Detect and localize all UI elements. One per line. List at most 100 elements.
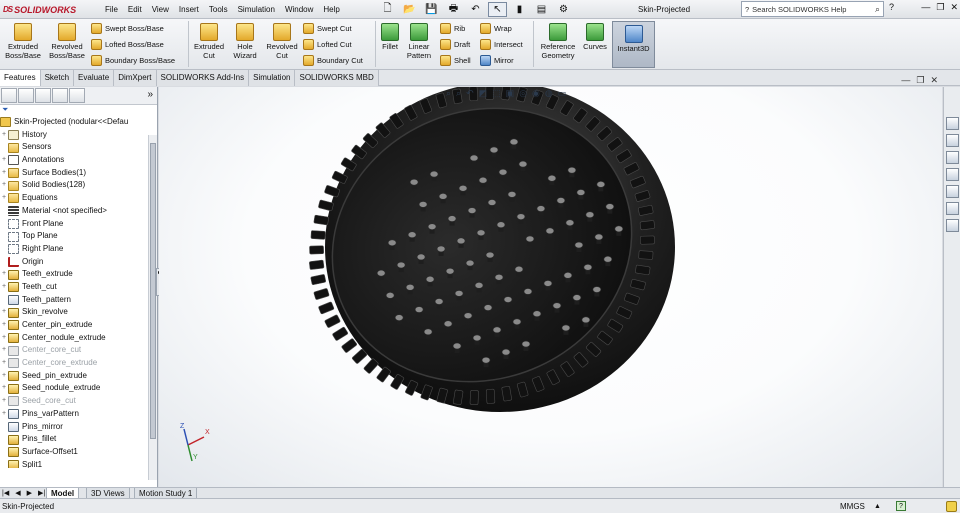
tree-item[interactable]: + Teeth_cut — [0, 281, 157, 294]
extruded-cut-button[interactable]: Extruded Cut — [191, 23, 227, 60]
new-document-icon[interactable]: 🗋 — [378, 2, 397, 17]
tree-item[interactable]: Origin — [0, 256, 157, 269]
custom-properties-icon[interactable] — [946, 202, 959, 215]
tree-expand-icon[interactable]: + — [0, 154, 8, 167]
tree-expand-icon[interactable]: + — [0, 370, 8, 383]
section-view-icon[interactable]: ◩ — [479, 88, 488, 99]
menu-window[interactable]: Window — [280, 0, 318, 19]
tree-item[interactable]: Split1 — [0, 459, 157, 468]
tree-expand-icon[interactable]: + — [0, 395, 8, 408]
search-icon[interactable]: ⌕ — [875, 4, 880, 15]
tree-expand-icon[interactable]: + — [0, 167, 8, 180]
tree-item[interactable]: Top Plane — [0, 230, 157, 243]
tree-item[interactable]: + Center_core_cut — [0, 344, 157, 357]
tree-expand-icon[interactable]: + — [0, 129, 8, 142]
lofted-cut-button[interactable]: Lofted Cut — [303, 37, 352, 52]
edit-appearance-icon[interactable]: ◉ — [532, 88, 540, 99]
hide-show-items-icon[interactable]: ◎ — [519, 88, 527, 99]
reference-geometry-button[interactable]: Reference Geometry — [537, 23, 579, 60]
boundary-cut-button[interactable]: Boundary Cut — [303, 53, 363, 68]
tree-item[interactable]: + Seed_pin_extrude — [0, 370, 157, 383]
tree-expand-icon[interactable]: + — [0, 332, 8, 345]
tab-simulation[interactable]: Simulation — [249, 70, 296, 86]
tab-dimxpert[interactable]: DimXpert — [114, 70, 157, 86]
rebuild-icon[interactable] — [946, 501, 957, 512]
tree-expand-icon[interactable]: + — [0, 192, 8, 205]
menu-help[interactable]: Help — [318, 0, 344, 19]
undo-icon[interactable]: ↶ — [466, 2, 485, 17]
filter-icon[interactable]: ⏷ — [0, 105, 157, 116]
tree-item[interactable]: Pins_mirror — [0, 421, 157, 434]
previous-view-icon[interactable]: ↶ — [466, 88, 474, 99]
tree-expand-icon[interactable]: + — [0, 179, 8, 192]
tab-features[interactable]: Features — [0, 70, 41, 86]
configuration-manager-tab-icon[interactable] — [35, 88, 51, 103]
linear-pattern-button[interactable]: Linear Pattern — [404, 23, 434, 60]
tree-expand-icon[interactable]: + — [0, 268, 8, 281]
view-orientation-icon[interactable]: ⬚ — [492, 88, 501, 99]
solidworks-logo[interactable]: DS SOLIDWORKS — [3, 3, 76, 16]
file-explorer-icon[interactable] — [946, 151, 959, 164]
swept-cut-button[interactable]: Swept Cut — [303, 21, 352, 36]
view-settings-icon[interactable]: ▭ — [558, 88, 567, 99]
intersect-button[interactable]: Intersect — [480, 37, 523, 52]
menu-tools[interactable]: Tools — [204, 0, 233, 19]
tab-sketch[interactable]: Sketch — [40, 70, 75, 86]
tree-expand-icon[interactable]: + — [0, 319, 8, 332]
revolved-cut-button[interactable]: Revolved Cut — [263, 23, 301, 60]
wrap-button[interactable]: Wrap — [480, 21, 512, 36]
zoom-area-icon[interactable]: ⌕ — [456, 88, 461, 99]
tree-item[interactable]: + Annotations — [0, 154, 157, 167]
dimxpert-manager-tab-icon[interactable] — [52, 88, 68, 103]
menu-insert[interactable]: Insert — [174, 0, 204, 19]
tree-expand-icon[interactable]: + — [0, 357, 8, 370]
menu-file[interactable]: File — [100, 0, 123, 19]
property-manager-tab-icon[interactable] — [18, 88, 34, 103]
tree-expand-icon[interactable]: + — [0, 408, 8, 421]
tree-expand-icon[interactable]: + — [0, 382, 8, 395]
design-library-icon[interactable] — [946, 134, 959, 147]
tree-item[interactable]: Sensors — [0, 141, 157, 154]
status-help-icon[interactable]: ? — [896, 501, 906, 511]
rebuild-traffic-light-icon[interactable]: ▮ — [510, 2, 529, 17]
graphics-viewport[interactable]: X Y Z — [159, 87, 942, 487]
minimize-icon[interactable]: — — [921, 2, 930, 13]
tree-item[interactable]: Material <not specified> — [0, 205, 157, 218]
save-icon[interactable]: 💾 — [422, 2, 441, 17]
units-up-arrow-icon[interactable]: ▲ — [874, 499, 881, 513]
tree-root-part[interactable]: Skin-Projected (nodular<<Defau — [0, 116, 157, 129]
print-icon[interactable]: 🖶 — [444, 2, 463, 17]
tab-solidworks-add-ins[interactable]: SOLIDWORKS Add-Ins — [156, 70, 250, 86]
tree-item[interactable]: Pins_fillet — [0, 433, 157, 446]
tree-item[interactable]: + Pins_varPattern — [0, 408, 157, 421]
options-gear-icon[interactable]: ⚙ — [554, 2, 573, 17]
viewport-minimize-icon[interactable]: — — [901, 75, 910, 86]
tree-item[interactable]: Front Plane — [0, 218, 157, 231]
restore-icon[interactable]: ❐ — [936, 2, 944, 13]
solidworks-forum-icon[interactable] — [946, 219, 959, 232]
menu-simulation[interactable]: Simulation — [233, 0, 280, 19]
curves-button[interactable]: Curves — [580, 23, 610, 51]
tree-item[interactable]: + Seed_nodule_extrude — [0, 382, 157, 395]
units-selector[interactable]: MMGS — [840, 499, 865, 513]
revolved-boss-button[interactable]: Revolved Boss/Base — [46, 23, 88, 60]
tree-item[interactable]: Right Plane — [0, 243, 157, 256]
menu-view[interactable]: View — [147, 0, 174, 19]
hole-wizard-button[interactable]: Hole Wizard — [229, 23, 261, 60]
tree-item[interactable]: + Equations — [0, 192, 157, 205]
scenes-icon[interactable]: ◍ — [545, 88, 553, 99]
instant3d-button[interactable]: Instant3D — [612, 21, 655, 68]
lofted-boss-button[interactable]: Lofted Boss/Base — [91, 37, 164, 52]
tree-item[interactable]: Teeth_pattern — [0, 294, 157, 307]
tree-item[interactable]: + Center_nodule_extrude — [0, 332, 157, 345]
nodule-skin-model[interactable] — [159, 87, 942, 487]
search-input[interactable]: Search SOLIDWORKS Help — [752, 5, 846, 14]
view-palette-icon[interactable] — [946, 168, 959, 181]
tree-item[interactable]: + Center_pin_extrude — [0, 319, 157, 332]
tree-item[interactable]: + Teeth_extrude — [0, 268, 157, 281]
rib-button[interactable]: Rib — [440, 21, 465, 36]
tree-item[interactable]: + Skin_revolve — [0, 306, 157, 319]
viewport-restore-icon[interactable]: ❐ — [916, 75, 924, 86]
draft-button[interactable]: Draft — [440, 37, 470, 52]
file-properties-icon[interactable]: ▤ — [532, 2, 551, 17]
